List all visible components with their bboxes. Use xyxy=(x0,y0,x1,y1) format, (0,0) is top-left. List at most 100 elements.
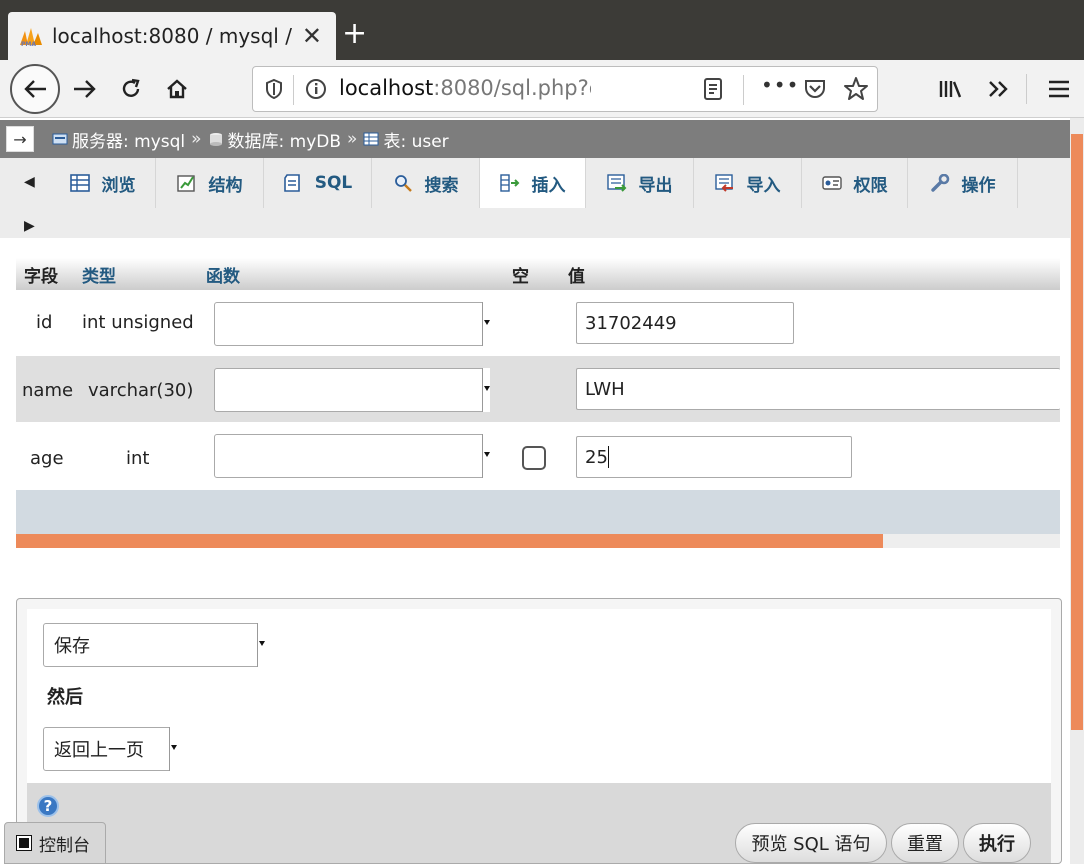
browser-tabstrip: PMA localhost:8080 / mysql / ✕ + xyxy=(0,8,1084,60)
menu-scroll-left-icon[interactable]: ◀ xyxy=(24,174,35,190)
actions-options: 保存 然后 返回上一页 xyxy=(27,609,1051,783)
function-select[interactable] xyxy=(214,434,490,478)
after-insert-select[interactable]: 返回上一页 xyxy=(43,727,177,771)
breadcrumb-database[interactable]: 数据库: myDB xyxy=(208,127,341,152)
phpmyadmin-favicon-icon: PMA xyxy=(18,25,46,47)
console-toggle[interactable]: 控制台 xyxy=(4,822,106,864)
tab-export-label: 导出 xyxy=(638,175,673,196)
horizontal-scrollbar[interactable] xyxy=(16,534,1060,548)
url-divider-2 xyxy=(743,75,744,105)
browser-navbar: localhost:8080/sql.php?db=my ••• xyxy=(0,60,1084,118)
tab-sql[interactable]: SQL xyxy=(264,158,372,208)
value-input-age[interactable]: 25 xyxy=(576,436,852,478)
back-arrow-icon xyxy=(24,80,46,98)
breadcrumb-table[interactable]: 表: user xyxy=(363,127,449,152)
console-label: 控制台 xyxy=(39,835,90,856)
overflow-menu-button[interactable] xyxy=(984,69,1014,109)
site-info-icon[interactable] xyxy=(305,78,327,105)
tab-structure-label: 结构 xyxy=(208,175,243,196)
tab-search[interactable]: 搜索 xyxy=(372,158,480,208)
insert-form: 字段 类型 函数 空 值 id int unsigned 31702449 na… xyxy=(0,238,1070,864)
new-tab-button[interactable]: + xyxy=(342,19,367,49)
tab-insert[interactable]: 插入 xyxy=(480,158,586,208)
forward-button[interactable] xyxy=(70,69,100,109)
toolbar-divider xyxy=(1026,74,1027,104)
header-null: 空 xyxy=(512,267,529,287)
vertical-scrollbar-thumb[interactable] xyxy=(1071,134,1083,730)
tab-insert-label: 插入 xyxy=(531,175,566,196)
preview-sql-button[interactable]: 预览 SQL 语句 xyxy=(735,823,887,863)
tab-operations[interactable]: 操作 xyxy=(908,158,1018,208)
reload-button[interactable] xyxy=(116,69,146,109)
home-button[interactable] xyxy=(162,69,192,109)
url-divider xyxy=(293,75,294,105)
null-checkbox[interactable] xyxy=(522,446,546,470)
header-value: 值 xyxy=(568,267,585,287)
field-name: age xyxy=(30,448,64,469)
go-button[interactable]: 执行 xyxy=(963,823,1031,863)
field-row-age: age int 25 xyxy=(16,422,1060,488)
value-input-name[interactable]: LWH xyxy=(576,368,1060,410)
address-bar[interactable]: localhost:8080/sql.php?db=my ••• xyxy=(252,66,878,112)
field-row-id: id int unsigned 31702449 xyxy=(16,290,1060,356)
reset-button[interactable]: 重置 xyxy=(891,823,959,863)
field-type: varchar(30) xyxy=(88,380,194,401)
console-icon xyxy=(16,835,32,851)
after-insert-value: 返回上一页 xyxy=(54,740,144,761)
chevron-down-icon xyxy=(482,368,490,412)
horizontal-scrollbar-thumb[interactable] xyxy=(16,534,883,548)
tab-search-label: 搜索 xyxy=(424,175,459,196)
breadcrumb-table-label: 表: user xyxy=(383,131,449,152)
search-icon xyxy=(394,175,412,192)
url-path: :8080/sql.php?db=my xyxy=(433,76,591,100)
form-footer-band xyxy=(16,490,1060,534)
header-type[interactable]: 类型 xyxy=(82,262,116,287)
hamburger-menu-button[interactable] xyxy=(1044,69,1074,109)
browser-tab[interactable]: PMA localhost:8080 / mysql / ✕ xyxy=(8,12,336,60)
header-function[interactable]: 函数 xyxy=(206,262,240,287)
field-name: name xyxy=(22,380,74,401)
tab-title: localhost:8080 / mysql / xyxy=(52,24,292,48)
browse-icon xyxy=(69,174,90,192)
menu-scroll-right-icon[interactable]: ▶ xyxy=(24,218,35,234)
collapse-nav-arrow-icon[interactable]: → xyxy=(6,126,34,152)
import-icon xyxy=(714,174,733,192)
chevron-double-right-icon xyxy=(989,81,1008,97)
wrench-icon xyxy=(930,174,949,192)
tab-browse-label: 浏览 xyxy=(101,175,136,196)
tab-sql-label: SQL xyxy=(314,173,353,193)
bookmark-star-icon[interactable] xyxy=(843,76,869,107)
function-select[interactable] xyxy=(214,302,490,346)
insert-icon xyxy=(499,174,519,192)
value-input-id[interactable]: 31702449 xyxy=(576,302,794,344)
tab-privileges[interactable]: 权限 xyxy=(802,158,908,208)
chevron-down-icon xyxy=(169,727,177,771)
pocket-icon[interactable] xyxy=(803,77,827,106)
tab-export[interactable]: 导出 xyxy=(586,158,694,208)
database-icon xyxy=(209,133,222,146)
save-mode-select[interactable]: 保存 xyxy=(43,623,265,667)
library-icon xyxy=(939,81,962,98)
back-button[interactable] xyxy=(10,64,60,114)
url-host: localhost xyxy=(339,76,434,100)
tab-import[interactable]: 导入 xyxy=(694,158,802,208)
table-menu: ◀ 浏览 结构 SQL 搜索 插入 导出 导入 权限 操作 ▶ xyxy=(0,158,1070,238)
breadcrumb-server[interactable]: 服务器: mysql xyxy=(52,127,185,152)
close-tab-icon[interactable]: ✕ xyxy=(302,22,322,50)
page-actions-icon[interactable]: ••• xyxy=(761,73,799,97)
help-icon[interactable]: ? xyxy=(37,795,59,817)
function-select[interactable] xyxy=(214,368,490,412)
export-icon xyxy=(606,174,626,192)
tab-structure[interactable]: 结构 xyxy=(156,158,264,208)
form-header-row: 字段 类型 函数 空 值 xyxy=(16,258,1060,290)
library-button[interactable] xyxy=(936,69,966,109)
tab-import-label: 导入 xyxy=(746,175,781,196)
then-label: 然后 xyxy=(47,687,83,708)
tab-browse[interactable]: 浏览 xyxy=(50,158,156,208)
tracking-shield-icon[interactable] xyxy=(265,78,283,105)
url-text[interactable]: localhost:8080/sql.php?db=my xyxy=(339,76,591,100)
reader-view-icon[interactable] xyxy=(703,77,723,106)
breadcrumb-server-label: 服务器: mysql xyxy=(72,131,186,152)
home-icon xyxy=(167,79,187,99)
field-name: id xyxy=(36,312,53,333)
